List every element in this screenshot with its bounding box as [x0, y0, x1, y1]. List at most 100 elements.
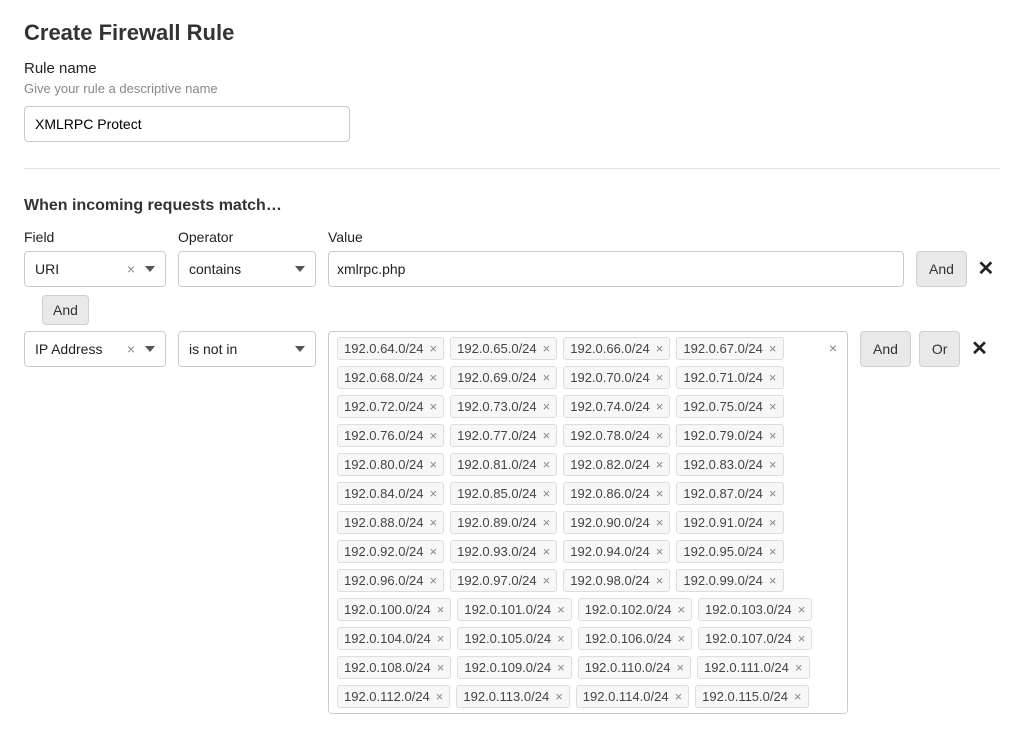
chip-remove-icon[interactable]: × — [656, 341, 664, 356]
value-chip-label: 192.0.86.0/24 — [570, 486, 650, 501]
value-chip-label: 192.0.105.0/24 — [464, 631, 551, 646]
value-clear-icon[interactable]: × — [829, 340, 837, 356]
chip-remove-icon[interactable]: × — [656, 370, 664, 385]
value-chip: 192.0.106.0/24× — [578, 627, 692, 650]
value-chip: 192.0.65.0/24 × — [450, 337, 557, 360]
field-select-value: IP Address — [35, 341, 102, 357]
chip-remove-icon[interactable]: × — [798, 602, 806, 617]
remove-row-icon[interactable]: ✕ — [968, 331, 990, 367]
value-chip: 192.0.115.0/24 × — [695, 685, 808, 708]
chip-remove-icon[interactable]: × — [430, 486, 438, 501]
value-chip: 192.0.84.0/24× — [337, 482, 444, 505]
value-chip-label: 192.0.87.0/24 — [683, 486, 763, 501]
value-chip-label: 192.0.88.0/24 — [344, 515, 424, 530]
field-clear-icon[interactable]: × — [127, 341, 135, 357]
or-button[interactable]: Or — [919, 331, 961, 367]
chip-remove-icon[interactable]: × — [769, 573, 777, 588]
chip-remove-icon[interactable]: × — [676, 660, 684, 675]
value-chip: 192.0.82.0/24 × — [563, 453, 670, 476]
value-chip-label: 192.0.85.0/24 — [457, 486, 537, 501]
chip-remove-icon[interactable]: × — [675, 689, 683, 704]
value-chip: 192.0.91.0/24× — [676, 511, 783, 534]
chip-remove-icon[interactable]: × — [543, 428, 551, 443]
chip-remove-icon[interactable]: × — [430, 428, 438, 443]
chip-remove-icon[interactable]: × — [677, 602, 685, 617]
col-header-field: Field — [24, 229, 166, 245]
value-chip-label: 192.0.82.0/24 — [570, 457, 650, 472]
chip-remove-icon[interactable]: × — [794, 689, 802, 704]
and-button[interactable]: And — [916, 251, 967, 287]
chip-remove-icon[interactable]: × — [557, 602, 565, 617]
chip-remove-icon[interactable]: × — [677, 631, 685, 646]
value-chip: 192.0.71.0/24× — [676, 366, 783, 389]
value-chip: 192.0.98.0/24× — [563, 569, 670, 592]
chip-remove-icon[interactable]: × — [769, 428, 777, 443]
value-chip-label: 192.0.90.0/24 — [570, 515, 650, 530]
chip-remove-icon[interactable]: × — [543, 370, 551, 385]
chip-remove-icon[interactable]: × — [798, 631, 806, 646]
value-chip: 192.0.77.0/24× — [450, 424, 557, 447]
value-chip-label: 192.0.107.0/24 — [705, 631, 792, 646]
chip-remove-icon[interactable]: × — [769, 544, 777, 559]
chip-remove-icon[interactable]: × — [769, 370, 777, 385]
value-input[interactable]: xmlrpc.php — [328, 251, 904, 287]
chip-remove-icon[interactable]: × — [769, 399, 777, 414]
chip-remove-icon[interactable]: × — [769, 457, 777, 472]
chip-remove-icon[interactable]: × — [430, 341, 438, 356]
field-select[interactable]: URI × — [24, 251, 166, 287]
field-clear-icon[interactable]: × — [127, 261, 135, 277]
value-text: xmlrpc.php — [337, 261, 405, 277]
chip-remove-icon[interactable]: × — [656, 399, 664, 414]
value-chip-label: 192.0.97.0/24 — [457, 573, 537, 588]
operator-select[interactable]: contains — [178, 251, 316, 287]
chip-remove-icon[interactable]: × — [543, 457, 551, 472]
chip-remove-icon[interactable]: × — [656, 457, 664, 472]
value-chip-label: 192.0.115.0/24 — [702, 689, 788, 704]
chip-remove-icon[interactable]: × — [555, 689, 563, 704]
operator-select[interactable]: is not in — [178, 331, 316, 367]
chip-remove-icon[interactable]: × — [430, 399, 438, 414]
value-chip: 192.0.79.0/24 × — [676, 424, 783, 447]
chip-remove-icon[interactable]: × — [436, 689, 444, 704]
chip-remove-icon[interactable]: × — [543, 399, 551, 414]
chip-remove-icon[interactable]: × — [430, 573, 438, 588]
field-select-value: URI — [35, 261, 59, 277]
chip-remove-icon[interactable]: × — [769, 515, 777, 530]
chip-remove-icon[interactable]: × — [769, 486, 777, 501]
chip-remove-icon[interactable]: × — [656, 515, 664, 530]
chip-remove-icon[interactable]: × — [543, 573, 551, 588]
chip-remove-icon[interactable]: × — [430, 370, 438, 385]
chip-remove-icon[interactable]: × — [437, 602, 445, 617]
chip-remove-icon[interactable]: × — [769, 341, 777, 356]
value-chip-label: 192.0.81.0/24 — [457, 457, 537, 472]
chip-remove-icon[interactable]: × — [430, 457, 438, 472]
rule-joiner-button[interactable]: And — [42, 295, 89, 325]
value-chip-label: 192.0.68.0/24 — [344, 370, 424, 385]
field-select[interactable]: IP Address × — [24, 331, 166, 367]
chip-remove-icon[interactable]: × — [543, 515, 551, 530]
chip-remove-icon[interactable]: × — [437, 660, 445, 675]
value-chip: 192.0.94.0/24× — [563, 540, 670, 563]
value-chip-label: 192.0.79.0/24 — [683, 428, 763, 443]
chip-remove-icon[interactable]: × — [656, 428, 664, 443]
chip-remove-icon[interactable]: × — [543, 544, 551, 559]
chip-remove-icon[interactable]: × — [543, 486, 551, 501]
rule-name-input[interactable] — [24, 106, 350, 142]
chip-remove-icon[interactable]: × — [430, 515, 438, 530]
chip-remove-icon[interactable]: × — [543, 341, 551, 356]
chip-remove-icon[interactable]: × — [557, 631, 565, 646]
value-chip: 192.0.67.0/24× — [676, 337, 783, 360]
chip-remove-icon[interactable]: × — [430, 544, 438, 559]
chip-remove-icon[interactable]: × — [795, 660, 803, 675]
value-chip-label: 192.0.65.0/24 — [457, 341, 537, 356]
value-chip: 192.0.107.0/24 × — [698, 627, 812, 650]
and-button[interactable]: And — [860, 331, 911, 367]
chip-remove-icon[interactable]: × — [557, 660, 565, 675]
chip-remove-icon[interactable]: × — [656, 544, 664, 559]
value-chip: 192.0.83.0/24× — [676, 453, 783, 476]
value-input[interactable]: 192.0.64.0/24×192.0.65.0/24×192.0.66.0/2… — [328, 331, 848, 714]
chip-remove-icon[interactable]: × — [656, 486, 664, 501]
chip-remove-icon[interactable]: × — [656, 573, 664, 588]
chip-remove-icon[interactable]: × — [437, 631, 445, 646]
remove-row-icon[interactable]: ✕ — [975, 251, 997, 287]
